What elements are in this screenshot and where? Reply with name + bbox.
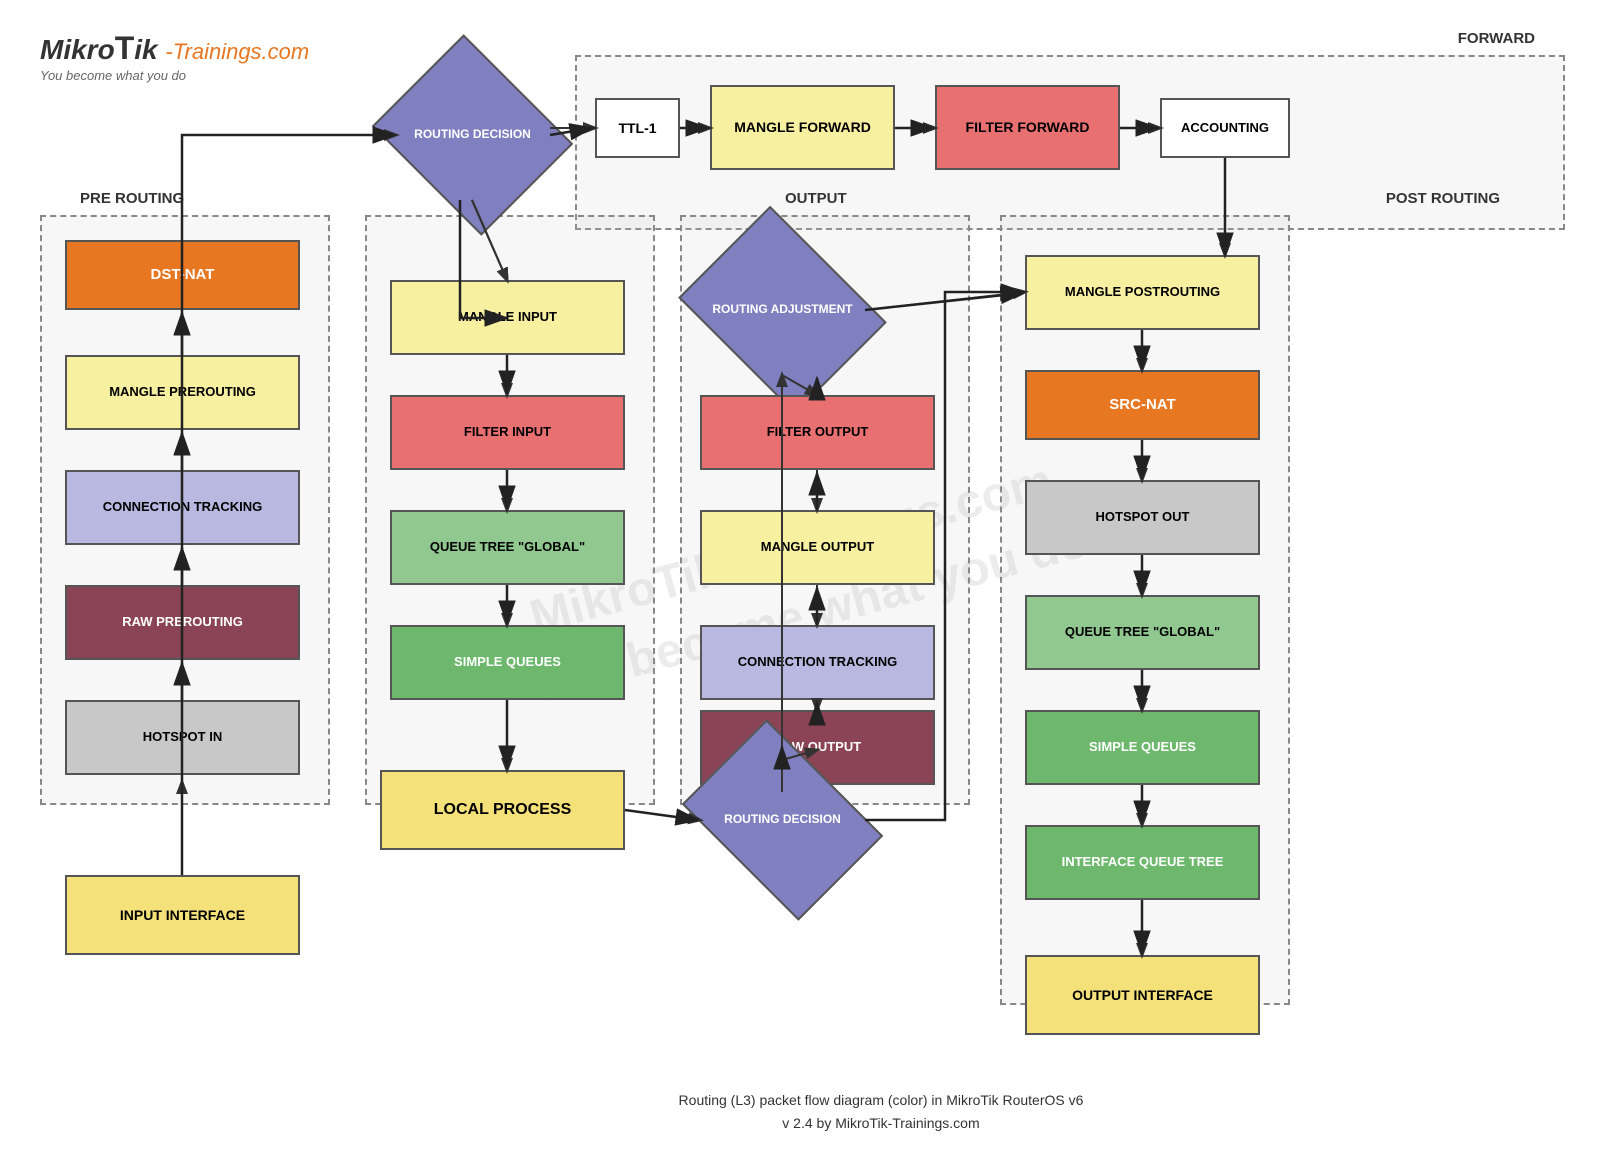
simple-queues-post-box: SIMPLE QUEUES <box>1025 710 1260 785</box>
caption-line2: v 2.4 by MikroTik-Trainings.com <box>782 1115 979 1131</box>
mangle-prerouting-box: MANGLE PREROUTING <box>65 355 300 430</box>
queue-tree-global-post-box: QUEUE TREE "GLOBAL" <box>1025 595 1260 670</box>
src-nat-box: SRC-NAT <box>1025 370 1260 440</box>
caption-line1: Routing (L3) packet flow diagram (color)… <box>679 1092 1084 1108</box>
queue-tree-global-input-box: QUEUE TREE "GLOBAL" <box>390 510 625 585</box>
raw-prerouting-box: RAW PREROUTING <box>65 585 300 660</box>
connection-tracking-pre-box: CONNECTION TRACKING <box>65 470 300 545</box>
hotspot-out-box: HOTSPOT OUT <box>1025 480 1260 555</box>
local-process-box: LOCAL PROCESS <box>380 770 625 850</box>
filter-forward-box: FILTER FORWARD <box>935 85 1120 170</box>
logo-tagline: You become what you do <box>40 68 186 83</box>
mangle-forward-box: MANGLE FORWARD <box>710 85 895 170</box>
hotspot-in-box: HOTSPOT IN <box>65 700 300 775</box>
forward-label: FORWARD <box>1458 30 1535 47</box>
output-label: OUTPUT <box>785 190 847 207</box>
ttl1-box: TTL-1 <box>595 98 680 158</box>
pre-routing-label: PRE ROUTING <box>80 190 184 207</box>
logo: MikroTik -Trainings.com <box>40 30 309 67</box>
mangle-postrouting-box: MANGLE POSTROUTING <box>1025 255 1260 330</box>
post-routing-label: POST ROUTING <box>1386 190 1500 207</box>
input-interface-box: INPUT INTERFACE <box>65 875 300 955</box>
filter-input-box: FILTER INPUT <box>390 395 625 470</box>
filter-output-box: FILTER OUTPUT <box>700 395 935 470</box>
diagram-container: MikroTik-Trainings.comYou become what yo… <box>0 0 1600 1164</box>
caption: Routing (L3) packet flow diagram (color)… <box>679 1089 1084 1134</box>
routing-decision-bottom: ROUTING DECISION <box>700 760 865 880</box>
interface-queue-tree-box: INTERFACE QUEUE TREE <box>1025 825 1260 900</box>
output-interface-box: OUTPUT INTERFACE <box>1025 955 1260 1035</box>
accounting-box: ACCOUNTING <box>1160 98 1290 158</box>
mangle-input-box: MANGLE INPUT <box>390 280 625 355</box>
routing-decision-top: ROUTING DECISION <box>395 70 550 200</box>
mangle-output-box: MANGLE OUTPUT <box>700 510 935 585</box>
connection-tracking-out-box: CONNECTION TRACKING <box>700 625 935 700</box>
dst-nat-box: DST-NAT <box>65 240 300 310</box>
simple-queues-input-box: SIMPLE QUEUES <box>390 625 625 700</box>
routing-adjustment: ROUTING ADJUSTMENT <box>700 245 865 375</box>
